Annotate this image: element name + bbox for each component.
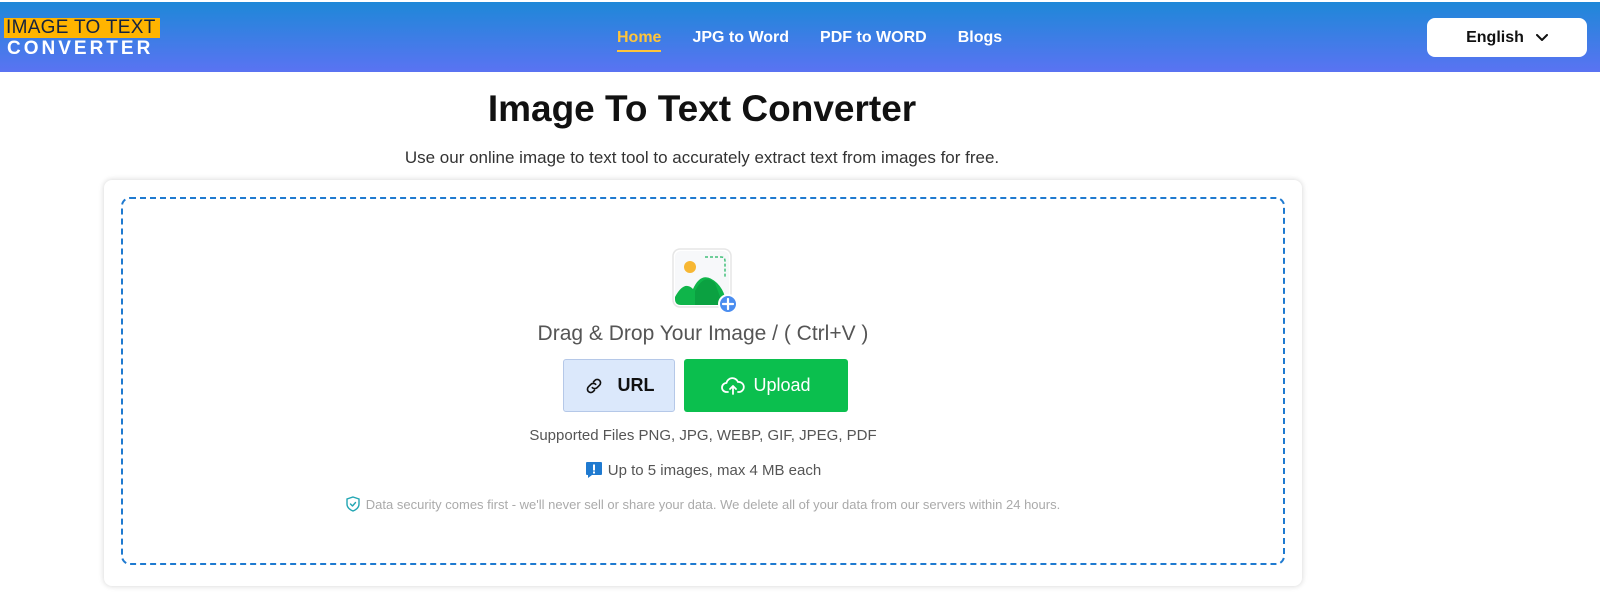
upload-button[interactable]: Upload [684, 359, 848, 412]
upload-limit-text: Up to 5 images, max 4 MB each [607, 461, 822, 479]
nav-blogs[interactable]: Blogs [958, 29, 1002, 52]
cloud-upload-icon [721, 376, 746, 395]
image-add-icon [672, 248, 737, 313]
url-button[interactable]: URL [563, 359, 675, 412]
logo-bottom-text: CONVERTER [7, 38, 154, 59]
page-subtitle: Use our online image to text tool to acc… [404, 148, 1000, 167]
upload-card: Drag & Drop Your Image / ( Ctrl+V ) URL … [104, 180, 1302, 586]
shield-check-icon [346, 496, 360, 512]
nav-jpg-to-word[interactable]: JPG to Word [692, 29, 789, 52]
language-select[interactable]: English [1427, 18, 1587, 57]
main-nav: Home JPG to Word PDF to WORD Blogs [617, 29, 1033, 52]
supported-files-text: Supported Files PNG, JPG, WEBP, GIF, JPE… [529, 427, 877, 444]
url-button-label: URL [617, 375, 655, 395]
dropzone[interactable]: Drag & Drop Your Image / ( Ctrl+V ) URL … [121, 197, 1285, 565]
link-icon [586, 378, 601, 393]
upload-limit: Up to 5 images, max 4 MB each [123, 461, 1283, 479]
chevron-down-icon [1535, 33, 1548, 41]
drag-drop-text: Drag & Drop Your Image / ( Ctrl+V ) [537, 322, 869, 345]
nav-home[interactable]: Home [617, 29, 662, 52]
header: IMAGE TO TEXT CONVERTER Home JPG to Word… [0, 2, 1600, 72]
security-note: Data security comes first - we'll never … [123, 496, 1283, 512]
security-text: Data security comes first - we'll never … [365, 496, 1061, 512]
info-alert-icon [585, 462, 602, 478]
page-title: Image To Text Converter [487, 88, 917, 129]
language-label: English [1466, 28, 1524, 46]
logo[interactable]: IMAGE TO TEXT CONVERTER [4, 18, 160, 60]
nav-pdf-to-word[interactable]: PDF to WORD [820, 29, 927, 52]
upload-button-label: Upload [753, 375, 811, 395]
logo-top-text: IMAGE TO TEXT [4, 18, 160, 38]
